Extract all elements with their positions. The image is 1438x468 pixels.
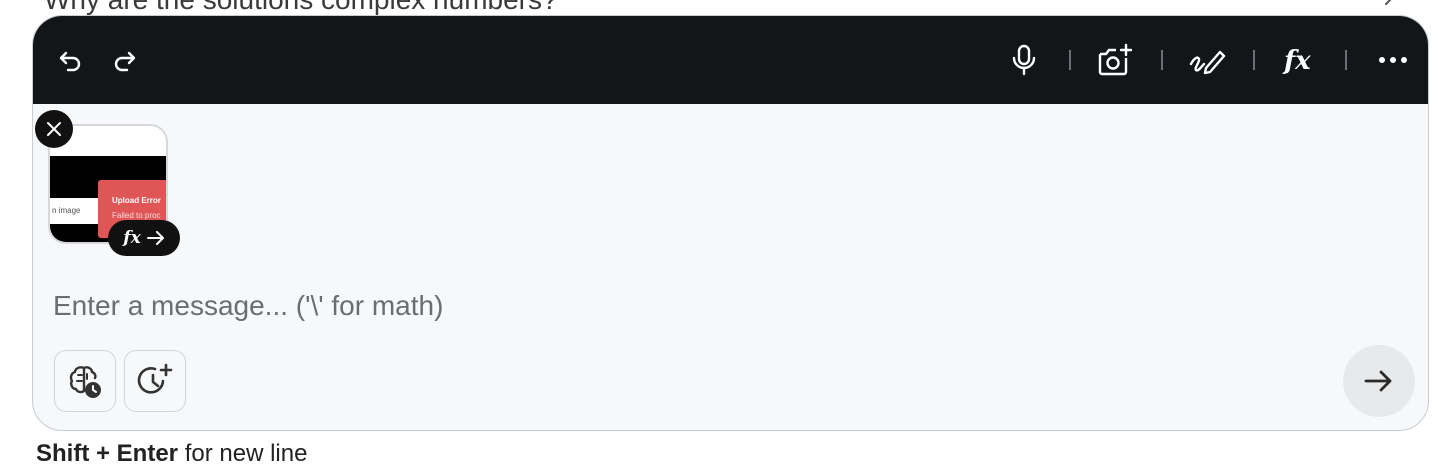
composer-toolbar: fx xyxy=(33,16,1428,104)
undo-button[interactable] xyxy=(50,40,90,80)
svg-text:fx: fx xyxy=(1282,46,1311,76)
add-reminder-button[interactable] xyxy=(124,350,186,412)
newline-hint-key: Shift + Enter xyxy=(36,440,179,467)
chevron-right-icon xyxy=(1385,0,1392,5)
math-button[interactable]: fx xyxy=(1280,40,1320,80)
remove-attachment-button[interactable] xyxy=(35,110,73,148)
microphone-icon xyxy=(1012,44,1036,76)
arrow-right-icon xyxy=(146,231,164,245)
send-button[interactable] xyxy=(1343,345,1415,417)
arrow-right-icon xyxy=(1364,370,1392,392)
pen-draw-icon xyxy=(1189,50,1226,75)
convert-to-math-button[interactable]: fx xyxy=(108,220,180,256)
upload-error-message: Failed to proc xyxy=(112,211,161,220)
ai-reasoning-button[interactable] xyxy=(54,350,116,412)
toolbar-divider xyxy=(1069,50,1071,70)
more-horizontal-icon xyxy=(1379,57,1407,63)
redo-icon xyxy=(114,51,136,72)
close-icon xyxy=(47,122,61,136)
upload-error-title: Upload Error xyxy=(112,196,161,205)
previous-question-text: Why are the solutions complex numbers? xyxy=(44,0,558,16)
add-photo-button[interactable] xyxy=(1095,40,1135,80)
thumb-caption: n image xyxy=(50,198,98,224)
redo-button[interactable] xyxy=(105,40,145,80)
camera-add-icon xyxy=(1098,43,1133,76)
voice-input-button[interactable] xyxy=(1004,40,1044,80)
undo-icon xyxy=(59,51,81,72)
toolbar-divider xyxy=(1161,50,1163,70)
message-input[interactable] xyxy=(53,284,1353,328)
more-options-button[interactable] xyxy=(1373,40,1413,80)
toolbar-divider xyxy=(1345,50,1347,70)
chat-composer: fx n image Upload Error Failed to proc f… xyxy=(32,15,1429,431)
draw-button[interactable] xyxy=(1187,40,1227,80)
clock-add-icon xyxy=(137,363,173,394)
fx-icon: fx xyxy=(1282,46,1311,76)
newline-hint-suffix: for new line xyxy=(178,440,308,467)
toolbar-divider xyxy=(1253,50,1255,70)
fx-label: fx xyxy=(123,228,141,248)
newline-hint: Shift + Enter for new line xyxy=(36,440,307,468)
brain-clock-icon xyxy=(69,366,101,398)
